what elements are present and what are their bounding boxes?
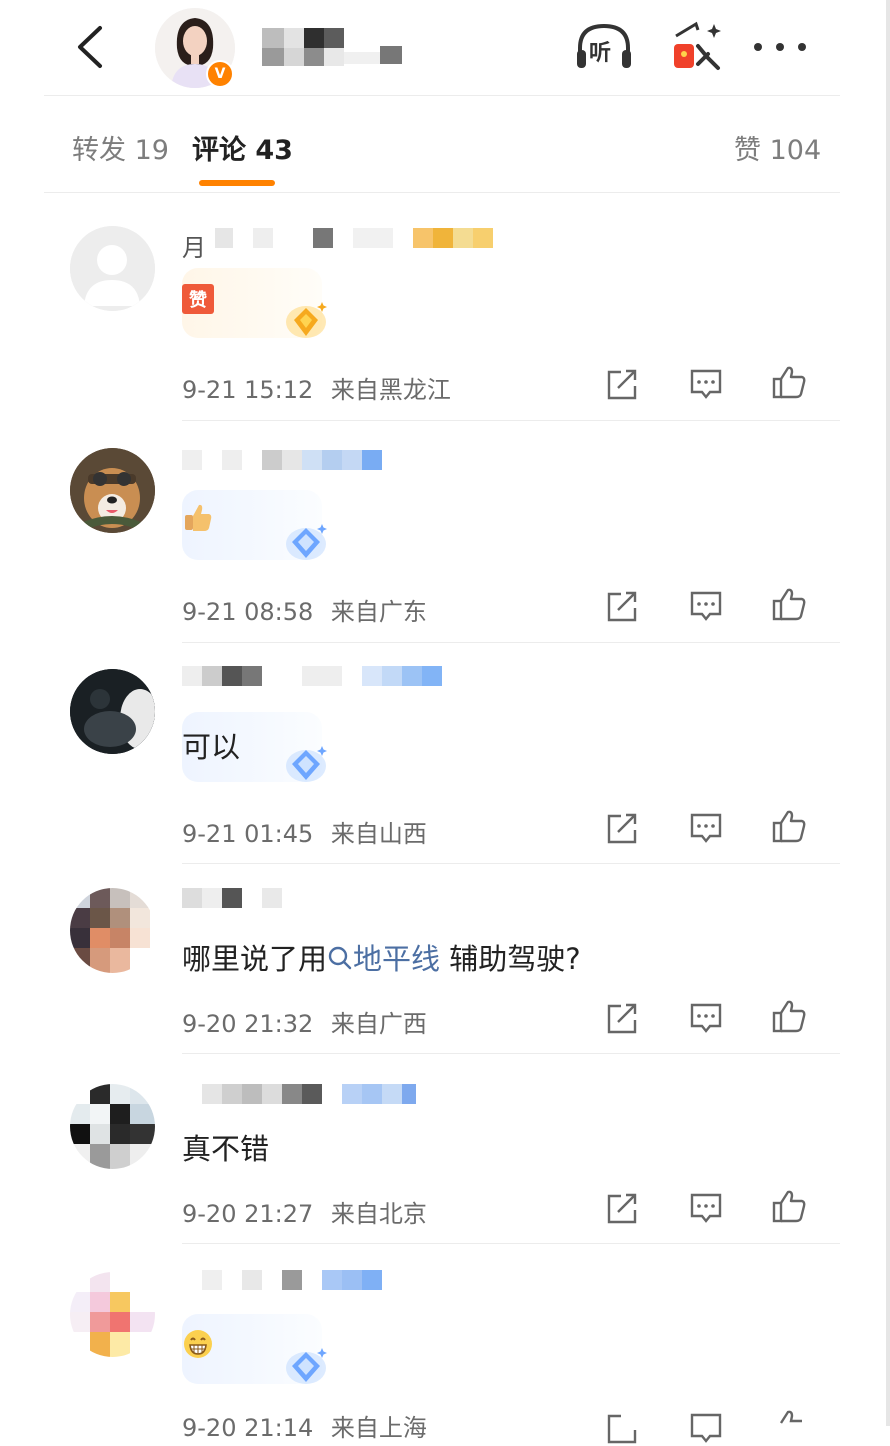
topic-text: 地平线 <box>353 942 441 976</box>
share-icon[interactable] <box>604 810 640 846</box>
tabs-divider <box>44 192 840 193</box>
comment-icon[interactable] <box>688 366 724 402</box>
comment-icon[interactable] <box>688 1190 724 1226</box>
top-bar: V 听 <box>0 0 886 96</box>
listen-label: 听 <box>589 41 612 66</box>
comment-time: 9-20 21:32 <box>182 1010 314 1038</box>
comment-location: 来自广西 <box>330 1010 427 1038</box>
comment-divider <box>182 1053 840 1054</box>
comment-location: 来自北京 <box>330 1200 427 1228</box>
comment-time: 9-20 21:27 <box>182 1200 314 1228</box>
share-icon[interactable] <box>604 1410 640 1446</box>
comment-location: 来自上海 <box>330 1414 427 1442</box>
comment-divider <box>182 1243 840 1244</box>
username-redacted[interactable] <box>182 666 442 690</box>
comment-text-suffix: 辅助驾驶? <box>440 942 581 976</box>
avatar[interactable] <box>70 226 155 311</box>
comment-text: 真不错 <box>182 1132 270 1166</box>
thumbs-up-icon[interactable] <box>771 1188 807 1224</box>
pixelated-avatar-image <box>70 1272 155 1357</box>
comment-text-prefix: 哪里说了用 <box>182 942 328 976</box>
tab-likes[interactable]: 赞 104 <box>734 128 821 167</box>
comment-location: 来自山西 <box>330 820 427 848</box>
share-icon[interactable] <box>604 1190 640 1226</box>
comment-divider <box>182 863 840 864</box>
username-redacted[interactable] <box>182 1084 416 1108</box>
comment-meta: 9-21 15:12 来自黑龙江 <box>182 370 451 405</box>
zan-sticker: 赞 <box>182 284 214 314</box>
avatar[interactable] <box>70 888 155 973</box>
dot <box>798 43 806 51</box>
comment-time: 9-21 01:45 <box>182 820 314 848</box>
comment-time: 9-21 08:58 <box>182 598 314 626</box>
comment-time: 9-21 15:12 <box>182 376 314 404</box>
thumbs-up-icon[interactable] <box>771 808 807 844</box>
dark-photo-avatar-image <box>70 669 155 754</box>
comment-meta: 9-21 08:58 来自广东 <box>182 592 427 627</box>
topic-link[interactable]: 地平线 <box>327 942 440 976</box>
tab-reposts[interactable]: 转发 19 <box>72 128 169 167</box>
dog-avatar-image <box>70 448 155 533</box>
avatar[interactable] <box>70 448 155 533</box>
comment-text: 哪里说了用 地平线 辅助驾驶? <box>182 936 581 978</box>
username-redacted[interactable] <box>182 1270 382 1294</box>
username-redacted[interactable] <box>182 888 282 912</box>
comment-time: 9-20 21:14 <box>182 1414 314 1442</box>
share-icon[interactable] <box>604 588 640 624</box>
verified-badge: V <box>206 60 234 88</box>
comment-location: 来自广东 <box>330 598 427 626</box>
comment-meta: 9-21 01:45 来自山西 <box>182 814 427 849</box>
comment-divider <box>182 642 840 643</box>
comment-divider <box>182 420 840 421</box>
comment-meta: 9-20 21:27 来自北京 <box>182 1194 427 1229</box>
more-dots-icon[interactable] <box>754 30 806 64</box>
red-packet-icon[interactable] <box>668 18 728 74</box>
dot <box>754 43 762 51</box>
avatar[interactable] <box>70 1272 155 1357</box>
pixelated-avatar-image <box>70 1084 155 1169</box>
pixelated-avatar-image <box>70 888 155 973</box>
username-redacted[interactable] <box>182 450 382 474</box>
author-name-redacted[interactable] <box>258 26 404 66</box>
share-icon[interactable] <box>604 366 640 402</box>
thumbs-up-icon[interactable] <box>771 1408 807 1444</box>
thumbs-up-icon[interactable] <box>771 364 807 400</box>
username-redacted[interactable]: 月 <box>182 228 494 262</box>
default-avatar-icon <box>70 226 155 311</box>
comment-icon[interactable] <box>688 588 724 624</box>
thumbs-up-icon[interactable] <box>771 998 807 1034</box>
comment-text: 可以 <box>182 730 241 764</box>
tab-comments[interactable]: 评论 43 <box>192 128 293 167</box>
window-edge <box>886 0 890 1426</box>
share-icon[interactable] <box>604 1000 640 1036</box>
username-fragment: 月 <box>182 234 206 262</box>
avatar[interactable] <box>70 1084 155 1169</box>
comment-location: 来自黑龙江 <box>330 376 451 404</box>
chevron-left-icon[interactable] <box>70 22 110 72</box>
dot <box>776 43 784 51</box>
comment-meta: 9-20 21:32 来自广西 <box>182 1004 427 1039</box>
blue-diamond-badge-icon <box>286 1348 327 1384</box>
comment-icon[interactable] <box>688 1000 724 1036</box>
header-divider <box>44 95 840 96</box>
thumbs-up-emoji-icon <box>185 504 212 531</box>
listen-button[interactable]: 听 <box>574 18 634 74</box>
comment-icon[interactable] <box>688 1410 724 1446</box>
gold-crown-badge-icon <box>286 302 327 338</box>
blue-diamond-badge-icon <box>286 746 327 782</box>
avatar[interactable] <box>70 669 155 754</box>
grin-emoji-icon <box>184 1330 212 1358</box>
active-tab-indicator <box>199 180 275 186</box>
comment-icon[interactable] <box>688 810 724 846</box>
thumbs-up-icon[interactable] <box>771 586 807 622</box>
blue-diamond-badge-icon <box>286 524 327 560</box>
search-icon <box>328 946 352 970</box>
